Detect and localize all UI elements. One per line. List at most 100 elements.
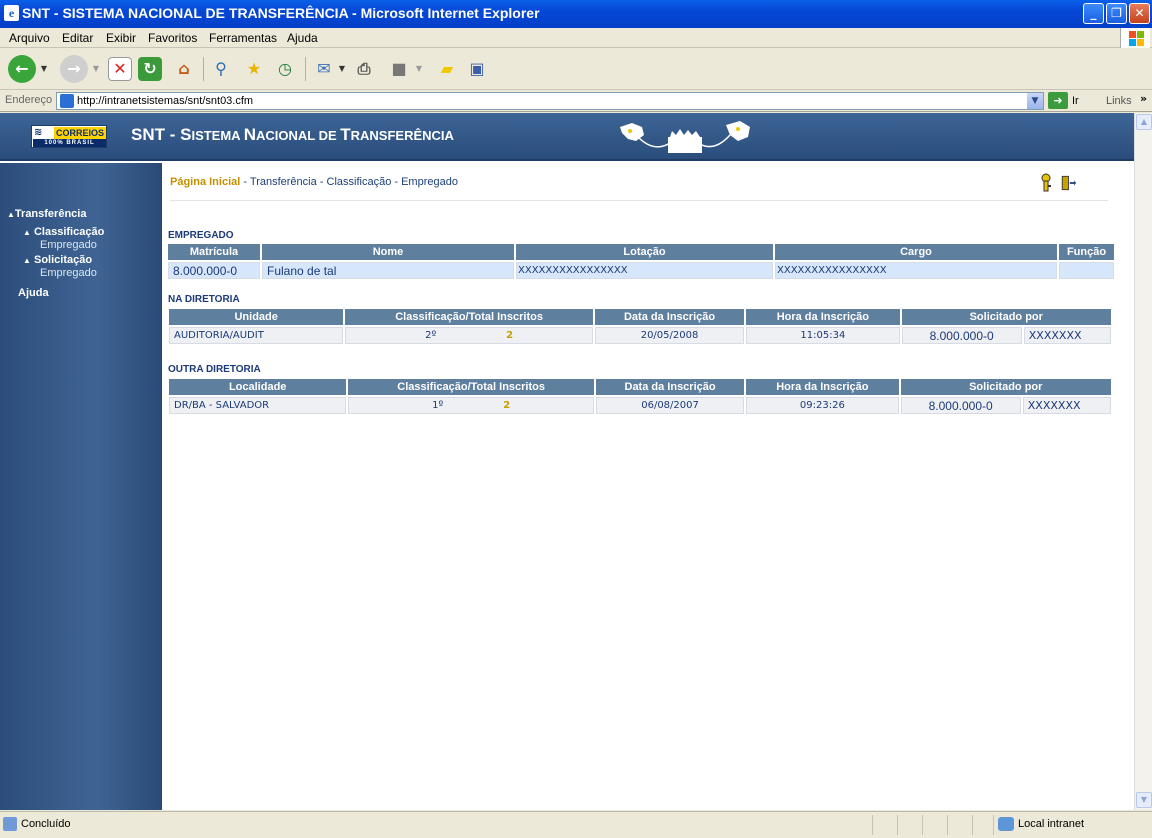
edit-icon[interactable]: ■	[385, 55, 413, 83]
restore-button[interactable]: ❐	[1106, 3, 1127, 24]
breadcrumb-path: - Transferência - Classificação - Empreg…	[240, 176, 458, 188]
menu-editar[interactable]: Editar	[62, 31, 93, 45]
sidebar-nav: ▲Transferência ▲ Classificação Empregado…	[0, 163, 162, 810]
cell-matricula: 8.000.000-0	[168, 262, 260, 279]
sidebar-item-empregado-classificacao[interactable]: Empregado	[40, 239, 97, 251]
page-viewport: ≋ CORREIOS 100% BRASIL SNT - SISTEMA NAC…	[0, 113, 1134, 810]
cell-classificacao: 1º 2	[348, 397, 594, 414]
links-chevron-icon[interactable]: »	[1140, 92, 1147, 105]
address-field[interactable]: http://intranetsistemas/snt/snt03.cfm ▼	[56, 92, 1044, 110]
sidebar-item-classificacao[interactable]: ▲ Classificação	[23, 226, 104, 238]
logo-subtext: 100% BRASIL	[33, 139, 106, 147]
menu-arquivo[interactable]: Arquivo	[9, 31, 50, 45]
search-icon[interactable]: ⚲	[207, 55, 235, 83]
column-header: Hora da Inscrição	[746, 379, 899, 395]
breadcrumb-home-link[interactable]: Página Inicial	[170, 176, 240, 188]
sidebar-item-transferencia[interactable]: ▲Transferência	[7, 208, 86, 220]
back-icon[interactable]: ←	[8, 55, 36, 83]
favorites-icon[interactable]: ★	[240, 55, 268, 83]
cell-solicitado-nome: XXXXXXX	[1022, 397, 1111, 414]
menu-exibir[interactable]: Exibir	[106, 31, 136, 45]
forward-dropdown-icon[interactable]: ▼	[90, 55, 102, 83]
cell-data: 06/08/2007	[595, 397, 745, 414]
main-content: Página Inicial - Transferência - Classif…	[162, 163, 1134, 810]
cell-nome: Fulano de tal	[262, 262, 514, 279]
close-button[interactable]: ✕	[1129, 3, 1150, 24]
header-banner: ≋ CORREIOS 100% BRASIL SNT - SISTEMA NAC…	[0, 113, 1134, 161]
scroll-up-icon[interactable]: ▲	[1136, 114, 1152, 130]
print-icon[interactable]: ⎙	[350, 55, 378, 83]
correios-logo: ≋ CORREIOS 100% BRASIL	[31, 125, 107, 148]
cell-lotacao: XXXXXXXXXXXXXXXX	[516, 262, 773, 279]
research-icon[interactable]: ▣	[463, 55, 491, 83]
cell-funcao	[1059, 262, 1114, 279]
logo-text: CORREIOS	[54, 127, 106, 139]
intranet-zone-icon	[998, 817, 1014, 831]
system-title: SNT - SISTEMA NACIONAL DE TRANSFERÊNCIA	[131, 125, 454, 144]
column-header: Solicitado por	[901, 309, 1111, 325]
cell-data: 20/05/2008	[594, 327, 745, 344]
minimize-button[interactable]: _	[1083, 3, 1104, 24]
column-header: Função	[1059, 244, 1114, 260]
forward-icon[interactable]: →	[60, 55, 88, 83]
section-title-empregado: EMPREGADO	[168, 230, 234, 241]
page-status-icon	[3, 817, 17, 831]
address-url[interactable]: http://intranetsistemas/snt/snt03.cfm	[77, 95, 253, 107]
sidebar-item-solicitacao[interactable]: ▲ Solicitação	[23, 254, 92, 266]
key-icon[interactable]	[1038, 173, 1054, 193]
column-header: Unidade	[169, 309, 344, 325]
go-icon[interactable]: ➜	[1048, 92, 1068, 109]
cell-solicitado-nome: XXXXXXX	[1023, 327, 1111, 344]
windows-logo-icon	[1120, 28, 1150, 48]
na-diretoria-table: Unidade Classificação/Total Inscritos Da…	[167, 307, 1113, 346]
outra-diretoria-table: Localidade Classificação/Total Inscritos…	[167, 377, 1113, 416]
table-row: 8.000.000-0 Fulano de tal XXXXXXXXXXXXXX…	[168, 262, 1114, 279]
column-header: Classificação/Total Inscritos	[345, 309, 593, 325]
mail-icon[interactable]: ✉	[310, 55, 338, 83]
banner-map-illustration	[620, 121, 750, 153]
table-header-row: Unidade Classificação/Total Inscritos Da…	[169, 309, 1111, 325]
back-dropdown-icon[interactable]: ▼	[38, 55, 50, 83]
menu-favoritos[interactable]: Favoritos	[148, 31, 197, 45]
vertical-scrollbar[interactable]: ▲ ▼	[1134, 113, 1152, 810]
window-title-bar[interactable]: e SNT - SISTEMA NACIONAL DE TRANSFERÊNCI…	[0, 0, 1152, 28]
sidebar-item-ajuda[interactable]: Ajuda	[18, 287, 49, 299]
cell-localidade: DR/BA - SALVADOR	[169, 397, 347, 414]
sidebar-item-empregado-solicitacao[interactable]: Empregado	[40, 267, 97, 279]
stop-icon[interactable]: ✕	[108, 57, 132, 81]
discuss-icon[interactable]: ▰	[433, 55, 461, 83]
status-pane	[922, 815, 923, 835]
table-header-row: Localidade Classificação/Total Inscritos…	[169, 379, 1111, 395]
mail-dropdown-icon[interactable]: ▼	[337, 55, 347, 83]
menu-bar: Arquivo Editar Exibir Favoritos Ferramen…	[0, 28, 1152, 48]
column-header: Data da Inscrição	[595, 379, 745, 395]
column-header: Data da Inscrição	[594, 309, 745, 325]
toolbar: ← ▼ → ▼ ✕ ↻ ⌂ ⚲ ★ ◷ ✉ ▼ ⎙ ■ ▼ ▰ ▣	[0, 49, 1152, 90]
address-bar: Endereço http://intranetsistemas/snt/snt…	[0, 90, 1152, 112]
table-row: DR/BA - SALVADOR 1º 2 06/08/2007 09:23:26…	[169, 397, 1111, 414]
cell-hora: 09:23:26	[746, 397, 899, 414]
refresh-icon[interactable]: ↻	[138, 57, 162, 81]
menu-ajuda[interactable]: Ajuda	[287, 31, 318, 45]
cell-solicitado-matricula: 8.000.000-0	[901, 327, 1022, 344]
menu-ferramentas[interactable]: Ferramentas	[209, 31, 277, 45]
section-title-outra-diretoria: OUTRA DIRETORIA	[168, 364, 261, 375]
status-bar: Concluído Local intranet	[0, 811, 1152, 838]
home-icon[interactable]: ⌂	[170, 55, 198, 83]
cell-hora: 11:05:34	[746, 327, 900, 344]
status-pane	[972, 815, 973, 835]
links-label[interactable]: Links	[1106, 95, 1132, 107]
column-header: Solicitado por	[900, 379, 1111, 395]
exit-door-icon[interactable]	[1060, 173, 1076, 193]
breadcrumb: Página Inicial - Transferência - Classif…	[170, 176, 458, 188]
column-header: Cargo	[775, 244, 1057, 260]
scroll-down-icon[interactable]: ▼	[1136, 792, 1152, 808]
window-title: SNT - SISTEMA NACIONAL DE TRANSFERÊNCIA …	[22, 5, 540, 21]
go-button[interactable]: Ir	[1072, 95, 1079, 107]
address-dropdown-icon[interactable]: ▼	[1027, 93, 1043, 109]
status-text: Concluído	[21, 818, 71, 830]
status-pane	[897, 815, 898, 835]
edit-dropdown-icon[interactable]: ▼	[413, 55, 425, 83]
cell-unidade: AUDITORIA/AUDIT	[169, 327, 344, 344]
history-icon[interactable]: ◷	[271, 55, 299, 83]
